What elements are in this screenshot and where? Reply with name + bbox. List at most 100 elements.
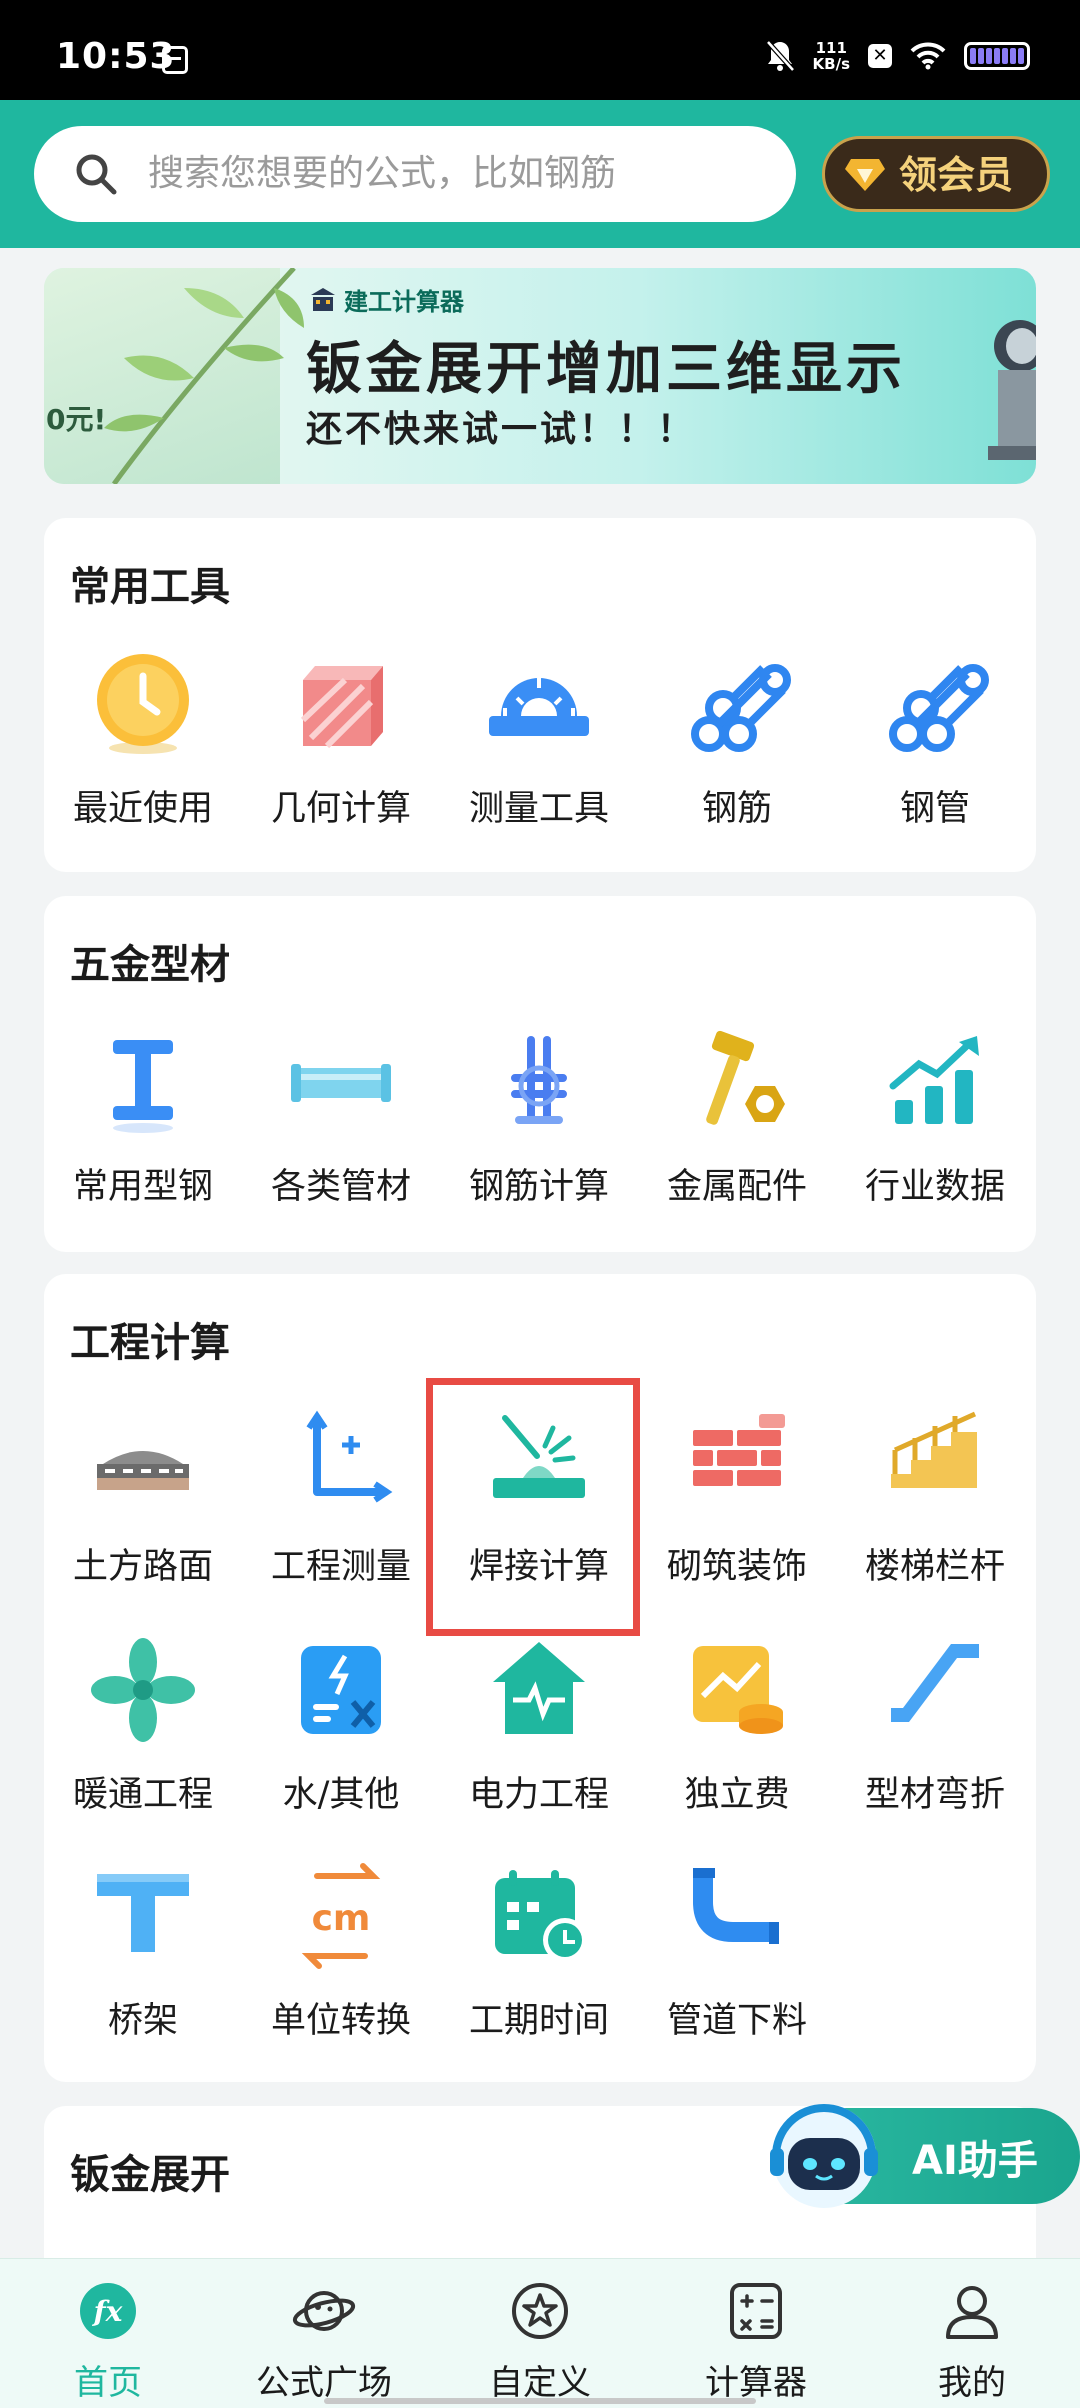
promo-banner[interactable]: 0元! 建工计算器 钣金展开增加三维显示 还不快来试一试！！！: [44, 268, 1036, 484]
nav-custom[interactable]: 自定义: [432, 2259, 648, 2408]
tool-water-other[interactable]: 水/其他: [242, 1636, 440, 1836]
banner-brand: 建工计算器: [310, 282, 464, 317]
tool-power[interactable]: 电力工程: [440, 1636, 638, 1836]
home-fx-icon: fx: [80, 2283, 136, 2339]
tool-label: 桥架: [107, 2001, 178, 2041]
tool-label: 金属配件: [666, 1167, 807, 1207]
tool-label: 楼梯栏杆: [864, 1547, 1005, 1587]
tool-label: 电力工程: [468, 1775, 609, 1815]
duct-3d-icon: [988, 320, 1036, 460]
tee-tray-icon: [97, 1874, 189, 1952]
tool-i-beam[interactable]: 常用型钢: [44, 1028, 242, 1228]
unit-convert-icon: cm: [301, 1863, 381, 1969]
net-speed-value: 111: [815, 39, 847, 57]
search-placeholder: 搜索您想要的公式，比如钢筋: [148, 153, 617, 194]
tool-label: 水/其他: [282, 1775, 400, 1815]
star-circle-icon: [512, 2283, 568, 2339]
calendar-clock-icon: [495, 1870, 587, 1962]
section-title-engineering: 工程计算: [70, 1320, 230, 1366]
nav-label: 首页: [74, 2363, 142, 2403]
pipe-elbow-icon: [693, 1868, 779, 1944]
clock-icon: [97, 654, 189, 754]
nav-label: 计算器: [705, 2363, 807, 2403]
tool-geometry[interactable]: 几何计算: [242, 650, 440, 850]
tool-tube[interactable]: 各类管材: [242, 1028, 440, 1228]
nav-label: 我的: [938, 2363, 1006, 2403]
nav-calculator[interactable]: 计算器: [648, 2259, 864, 2408]
tool-label: 常用型钢: [72, 1167, 213, 1207]
user-icon: [946, 2286, 998, 2339]
tool-pipe-cutting[interactable]: 管道下料: [638, 1862, 836, 2062]
tool-rebar-calc[interactable]: 钢筋计算: [440, 1028, 638, 1228]
tool-steel-pipe[interactable]: 钢管: [836, 650, 1034, 850]
tool-rebar[interactable]: 钢筋: [638, 650, 836, 850]
ai-assistant-button[interactable]: AI助手: [762, 2094, 1080, 2212]
section-title-hardware: 五金型材: [70, 942, 230, 988]
tool-stairs[interactable]: 楼梯栏杆: [836, 1408, 1034, 1608]
tool-label: 钢筋计算: [468, 1167, 609, 1207]
search-input[interactable]: 搜索您想要的公式，比如钢筋: [34, 126, 796, 222]
robot-icon: [770, 2104, 878, 2208]
net-speed-unit: KB/s: [812, 55, 850, 73]
tool-hvac[interactable]: 暖通工程: [44, 1636, 242, 1836]
road-paver-icon: [97, 1451, 189, 1490]
tool-profile-bend[interactable]: 型材弯折: [836, 1636, 1034, 1836]
tool-metal-parts[interactable]: 金属配件: [638, 1028, 836, 1228]
fee-coins-icon: [693, 1646, 783, 1734]
fan-icon: [91, 1638, 195, 1742]
vip-button[interactable]: 领会员: [822, 136, 1050, 212]
tool-label: 钢管: [899, 789, 970, 829]
common-tools-card: 常用工具 最近使用 几何计算 测量工具 钢筋 钢管: [44, 518, 1036, 872]
bottom-nav: fx 首页 公式广场 自定义 计算器 我的: [0, 2258, 1080, 2408]
tool-masonry[interactable]: 砌筑装饰: [638, 1408, 836, 1608]
tool-label: 单位转换: [270, 2001, 411, 2041]
axis-measure-icon: [306, 1410, 393, 1503]
tool-earthwork-road[interactable]: 土方路面: [44, 1408, 242, 1608]
tool-cable-tray[interactable]: 桥架: [44, 1862, 242, 2062]
tool-fees[interactable]: 独立费: [638, 1636, 836, 1836]
bend-icon: [891, 1644, 979, 1722]
tool-survey[interactable]: 工程测量: [242, 1408, 440, 1608]
nav-mine[interactable]: 我的: [864, 2259, 1080, 2408]
tool-label: 砌筑装饰: [666, 1547, 807, 1587]
power-house-icon: [493, 1642, 585, 1734]
nav-label: 自定义: [489, 2363, 591, 2403]
home-indicator[interactable]: [324, 2398, 756, 2404]
section-title-sheet-metal: 钣金展开: [70, 2152, 230, 2198]
rebar-calc-icon: [511, 1036, 567, 1124]
tool-label: 管道下料: [666, 2001, 807, 2041]
welding-highlight-box: [426, 1378, 640, 1636]
status-time: 10:53: [56, 36, 176, 77]
tool-recent[interactable]: 最近使用: [44, 650, 242, 850]
banner-title: 钣金展开增加三维显示: [306, 337, 906, 402]
section-title-common-tools: 常用工具: [70, 564, 230, 610]
tool-unit-convert[interactable]: cm 单位转换: [242, 1862, 440, 2062]
svg-text:cm: cm: [312, 1898, 371, 1939]
brick-wall-icon: [693, 1414, 785, 1486]
calculator-icon: [730, 2283, 782, 2339]
nav-formula-square[interactable]: 公式广场: [216, 2259, 432, 2408]
banner-left-text: 0元!: [46, 403, 107, 436]
water-tool-icon: [301, 1646, 381, 1734]
i-beam-icon: [113, 1040, 173, 1133]
bell-off-icon: [765, 39, 795, 73]
status-bar: 10:53 111 KB/s ✕: [0, 0, 1080, 100]
tool-industry-data[interactable]: 行业数据: [836, 1028, 1034, 1228]
tube-icon: [291, 1064, 391, 1102]
tool-label: 几何计算: [270, 789, 411, 829]
nav-home[interactable]: fx 首页: [0, 2259, 216, 2408]
x-app-icon: ✕: [868, 44, 892, 68]
tool-label: 暖通工程: [72, 1775, 213, 1815]
tool-measure[interactable]: 测量工具: [440, 650, 638, 850]
tool-label: 最近使用: [72, 789, 213, 829]
stairs-icon: [891, 1411, 977, 1488]
tool-label: 型材弯折: [864, 1775, 1005, 1815]
tool-label: 工期时间: [468, 2001, 609, 2041]
building-icon: [311, 287, 335, 311]
hammer-nut-icon: [706, 1030, 785, 1125]
tool-schedule[interactable]: 工期时间: [440, 1862, 638, 2062]
nav-label: 公式广场: [256, 2363, 392, 2403]
banner-brand-text: 建工计算器: [344, 288, 464, 316]
steel-pipe-icon: [889, 664, 989, 752]
notification-app-icon: [162, 46, 188, 74]
